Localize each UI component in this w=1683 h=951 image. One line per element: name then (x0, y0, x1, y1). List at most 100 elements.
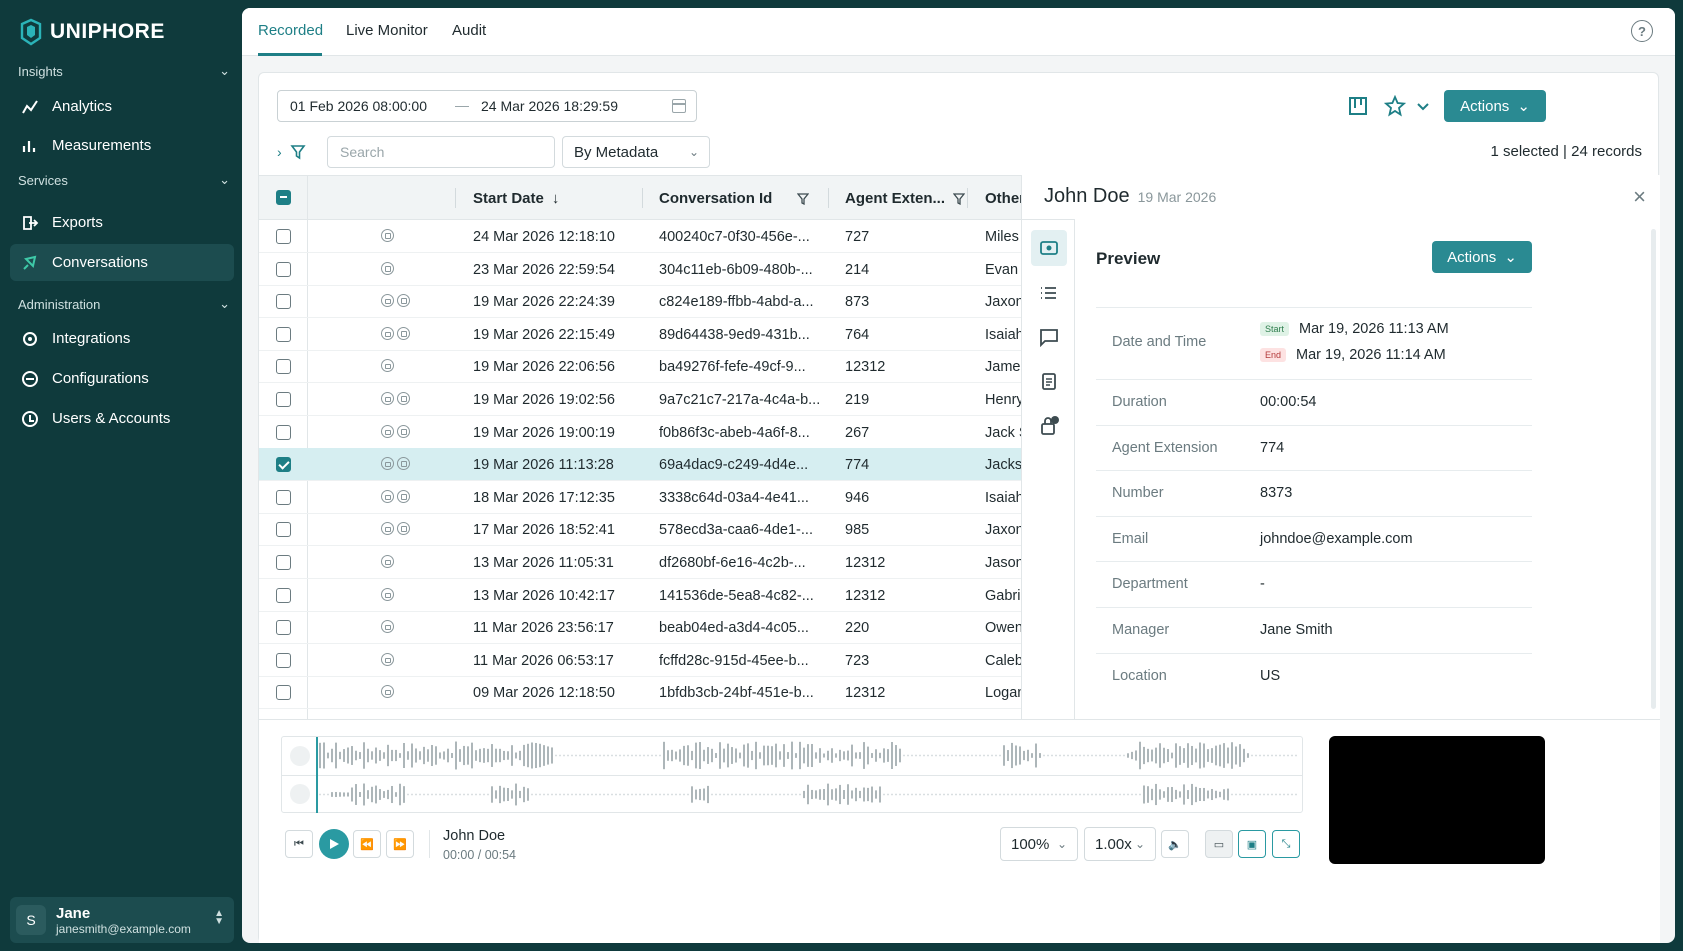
user-menu[interactable]: S Jane janesmith@example.com ▲ ▼ (10, 897, 234, 943)
sidebar-item-exports[interactable]: Exports (10, 204, 234, 241)
video-preview[interactable] (1329, 736, 1545, 864)
waveform[interactable] (281, 736, 1303, 813)
detail-scrollbar[interactable] (1651, 229, 1656, 709)
filter-toggle[interactable]: › (277, 136, 306, 160)
cell-agent-extension: 774 (845, 457, 870, 474)
column-start-date[interactable]: Start Date ↓ (473, 190, 559, 207)
tab-audit[interactable]: Audit (452, 22, 486, 39)
lock-icon[interactable]: 1 (1031, 408, 1067, 444)
cell-conversation-id: beab04ed-a3d4-4c05... (659, 620, 809, 637)
sidebar-item-users-accounts[interactable]: Users & Accounts (10, 400, 234, 437)
metadata-select[interactable]: By Metadata ⌄ (562, 136, 710, 168)
play-button[interactable] (319, 829, 349, 859)
row-checkbox[interactable] (276, 522, 291, 538)
row-checkbox[interactable] (276, 359, 291, 375)
column-other[interactable]: Other (985, 190, 1021, 207)
row-checkbox[interactable] (276, 229, 291, 244)
table-row[interactable]: 23 Mar 2026 22:59:54 304c11eb-6b09-480b-… (259, 253, 1021, 286)
row-checkbox[interactable] (276, 424, 291, 440)
table-row[interactable]: 24 Mar 2026 12:18:10 400240c7-0f30-456e-… (259, 220, 1021, 253)
column-filter-icon[interactable] (797, 192, 809, 205)
board-view-icon[interactable] (1345, 93, 1371, 119)
preview-eye-icon[interactable] (1031, 230, 1067, 266)
table-row[interactable]: 19 Mar 2026 19:00:19 f0b86f3c-abeb-4a6f-… (259, 416, 1021, 449)
caption-icon[interactable]: ▭ (1205, 830, 1233, 858)
comment-icon[interactable] (1031, 319, 1067, 355)
row-checkbox[interactable] (276, 620, 291, 636)
uniphore-logo-icon (20, 18, 42, 46)
detail-actions-button[interactable]: Actions ⌄ (1432, 241, 1532, 273)
volume-select[interactable]: 100% ⌄ (1000, 827, 1078, 861)
field-email: Email johndoe@example.com (1096, 515, 1532, 562)
table-row[interactable]: 17 Mar 2026 18:52:41 578ecd3a-caa6-4de1-… (259, 513, 1021, 547)
table-row[interactable]: 18 Mar 2026 17:12:35 3338c64d-03a4-4e41.… (259, 481, 1021, 514)
table-row[interactable]: 19 Mar 2026 11:13:28 69a4dac9-c249-4d4e.… (259, 448, 1021, 482)
section-administration[interactable]: Administration ⌄ (18, 296, 230, 312)
row-checkbox[interactable] (276, 685, 291, 701)
select-all-checkbox[interactable] (276, 190, 291, 205)
table-row[interactable]: 13 Mar 2026 11:05:31 df2680bf-6e16-4c2b-… (259, 546, 1021, 579)
table-row[interactable]: 13 Mar 2026 10:42:17 141536de-5ea8-4c82-… (259, 579, 1021, 612)
list-icon[interactable] (1031, 275, 1067, 311)
tab-live-monitor[interactable]: Live Monitor (346, 22, 428, 39)
row-checkbox[interactable] (276, 555, 291, 570)
close-icon[interactable]: × (1633, 186, 1646, 208)
search-input[interactable]: Search (327, 136, 555, 168)
cell-other: Evan A (985, 261, 1021, 278)
rewind-icon[interactable]: ⏪ (353, 830, 381, 858)
users-icon (20, 409, 40, 429)
table-row[interactable]: 19 Mar 2026 22:06:56 ba49276f-fefe-49cf-… (259, 350, 1021, 384)
row-checkbox[interactable] (276, 489, 291, 505)
table-row[interactable]: 19 Mar 2026 22:15:49 89d64438-9ed9-431b.… (259, 318, 1021, 351)
row-checkbox[interactable] (276, 261, 291, 277)
row-checkbox[interactable] (276, 326, 291, 342)
section-services[interactable]: Services ⌄ (18, 172, 230, 188)
column-agent-extension[interactable]: Agent Exten... (845, 190, 966, 207)
fast-forward-icon[interactable]: ⏩ (386, 830, 414, 858)
sidebar-item-label: Exports (52, 214, 103, 231)
help-icon[interactable]: ? (1631, 20, 1653, 42)
skip-start-icon[interactable]: ⏮ (285, 830, 313, 858)
table-row[interactable]: 09 Mar 2026 12:18:50 1bfdb3cb-24bf-451e-… (259, 676, 1021, 710)
table-header: Start Date ↓ Conversation Id Agent Exten… (259, 176, 1021, 220)
section-insights[interactable]: Insights ⌄ (18, 63, 230, 79)
sidebar-item-label: Analytics (52, 98, 113, 115)
sidebar-item-configurations[interactable]: Configurations (10, 360, 234, 397)
row-checkbox[interactable] (276, 457, 291, 473)
chevron-down-icon: ⌄ (219, 172, 230, 187)
row-checkbox[interactable] (276, 587, 291, 603)
speed-select[interactable]: 1.00x ⌄ (1084, 827, 1156, 861)
table-row[interactable]: 11 Mar 2026 06:53:17 fcffd28c-915d-45ee-… (259, 644, 1021, 677)
clipboard-icon[interactable] (1031, 363, 1067, 399)
actions-button[interactable]: Actions ⌄ (1444, 90, 1546, 122)
video-icon (397, 424, 410, 438)
lock-icon (381, 652, 394, 666)
table-row[interactable]: 19 Mar 2026 22:24:39 c824e189-ffbb-4abd-… (259, 285, 1021, 319)
sidebar-item-measurements[interactable]: Measurements (10, 127, 234, 164)
calendar-icon (672, 99, 686, 113)
tab-recorded[interactable]: Recorded (258, 22, 323, 39)
sidebar-item-integrations[interactable]: Integrations (10, 320, 234, 357)
row-checkbox[interactable] (276, 652, 291, 668)
column-filter-icon[interactable] (953, 192, 966, 205)
video-toggle-icon[interactable]: ▣ (1238, 830, 1266, 858)
cell-start-date: 19 Mar 2026 22:15:49 (473, 326, 615, 343)
brand-logo[interactable]: UNIPHORE (18, 18, 165, 46)
row-checkbox[interactable] (276, 294, 291, 310)
date-range-picker[interactable]: 01 Feb 2026 08:00:00 24 Mar 2026 18:29:5… (277, 90, 697, 122)
column-conversation-id[interactable]: Conversation Id (659, 190, 809, 207)
favorites-chevron-icon[interactable] (1410, 93, 1436, 119)
conversations-panel: 01 Feb 2026 08:00:00 24 Mar 2026 18:29:5… (258, 72, 1660, 943)
row-checkbox[interactable] (276, 392, 291, 407)
sidebar-item-analytics[interactable]: Analytics (10, 88, 234, 125)
star-icon[interactable] (1382, 93, 1408, 119)
selected-count: 1 selected (1490, 143, 1559, 160)
volume-icon[interactable]: 🔈 (1161, 830, 1189, 858)
collapse-icon[interactable]: ⤡ (1272, 830, 1300, 858)
sidebar-item-conversations[interactable]: Conversations (10, 244, 234, 281)
table-row[interactable]: 19 Mar 2026 19:02:56 9a7c21c7-217a-4c4a-… (259, 383, 1021, 416)
cell-start-date: 11 Mar 2026 06:53:17 (473, 652, 614, 669)
table-row[interactable]: 11 Mar 2026 23:56:17 beab04ed-a3d4-4c05.… (259, 611, 1021, 645)
playhead[interactable] (316, 737, 318, 813)
cell-conversation-id: 69a4dac9-c249-4d4e... (659, 457, 809, 474)
